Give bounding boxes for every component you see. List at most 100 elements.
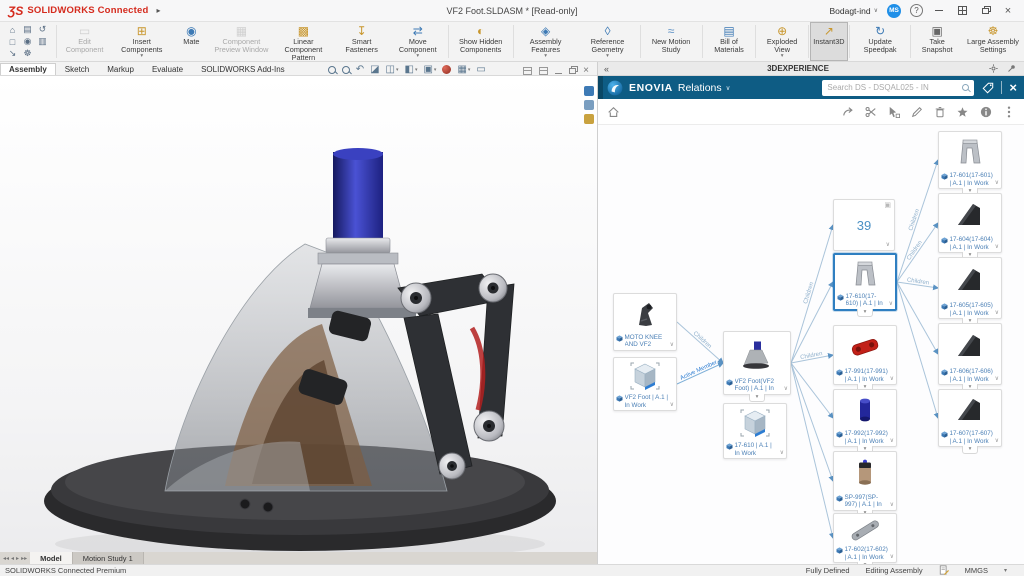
graph-node-n17-601[interactable]: 17-601(17-601) | A.1 | In Work∨▾ bbox=[938, 131, 1002, 189]
drag-grip[interactable] bbox=[598, 76, 603, 99]
section-view-icon[interactable]: ◪ bbox=[370, 64, 379, 75]
ribbon-button-bill-of-materials[interactable]: ▤Bill of Materials bbox=[704, 22, 755, 61]
doc-minimize-icon[interactable] bbox=[555, 73, 562, 74]
tab-solidworks-add-ins[interactable]: SOLIDWORKS Add-Ins bbox=[192, 63, 294, 75]
tab-nav-arrows[interactable]: ◂◂◂▸▸▸ bbox=[0, 552, 30, 564]
ribbon-button-new-motion-study[interactable]: ≈New Motion Study bbox=[642, 22, 701, 61]
ribbon-button-exploded-view[interactable]: ⊕Exploded View▾ bbox=[757, 22, 807, 61]
chevron-down-icon[interactable]: ∨ bbox=[995, 310, 999, 317]
3dexperience-compass-icon[interactable] bbox=[607, 80, 623, 96]
chevron-down-icon[interactable]: ∨ bbox=[890, 438, 894, 445]
doc-close-icon[interactable]: × bbox=[583, 67, 589, 75]
chevron-down-icon[interactable]: ∨ bbox=[890, 376, 894, 383]
ribbon-button-show-hidden-components[interactable]: ◐Show Hidden Components bbox=[450, 22, 512, 61]
ribbon-button-update-speedpak[interactable]: ↻Update Speedpak bbox=[851, 22, 909, 61]
more-icon[interactable] bbox=[1002, 105, 1015, 118]
options-gear-icon[interactable]: ☸ bbox=[20, 48, 35, 60]
pin-panel-icon[interactable] bbox=[1005, 62, 1018, 75]
screen-icon[interactable]: ▭ bbox=[476, 64, 485, 75]
pane-left-icon[interactable] bbox=[523, 67, 532, 75]
doc-tab-motion-study-1[interactable]: Motion Study 1 bbox=[73, 552, 144, 564]
user-avatar[interactable]: MS bbox=[887, 4, 901, 18]
graph-node-n17-602[interactable]: 17-602(17-602) | A.1 | In Work∨▾ bbox=[833, 513, 897, 563]
display-style-icon[interactable]: ◧▾ bbox=[405, 64, 418, 75]
ribbon-button-smart-fasteners[interactable]: ↧Smart Fasteners bbox=[334, 22, 389, 61]
export-arrow-icon[interactable] bbox=[841, 105, 854, 118]
doc-tab-model[interactable]: Model bbox=[30, 552, 73, 564]
zoom-area-icon[interactable] bbox=[342, 66, 350, 74]
ribbon-button-assembly-features[interactable]: ◈Assembly Features▾ bbox=[515, 22, 577, 61]
cut-icon[interactable] bbox=[864, 105, 877, 118]
expand-group-icon[interactable]: ▣ bbox=[884, 202, 891, 209]
task-pane-tab-icon[interactable] bbox=[584, 114, 594, 124]
tab-sketch[interactable]: Sketch bbox=[56, 63, 98, 75]
undo-icon[interactable]: ↺ bbox=[35, 24, 50, 36]
expand-children-tab[interactable]: ▾ bbox=[749, 394, 765, 402]
chevron-down-icon[interactable]: ∨ bbox=[784, 386, 788, 393]
doc-restore-icon[interactable] bbox=[569, 68, 576, 74]
chevron-down-icon[interactable]: ∨ bbox=[889, 301, 893, 308]
graph-node-n17-607[interactable]: 17-607(17-607) | A.1 | In Work∨▾ bbox=[938, 389, 1002, 447]
relations-graph-canvas[interactable]: ChildrenActive MemberChildrenChildrenChi… bbox=[598, 125, 1024, 564]
graph-node-sp-997[interactable]: SP-997(SP-997) | A.1 | In Work∨▾ bbox=[833, 451, 897, 511]
check-icon[interactable]: ◉ bbox=[20, 36, 35, 48]
task-pane-tab-icon[interactable] bbox=[584, 86, 594, 96]
graph-node-n17-991[interactable]: 17-991(17-991) | A.1 | In Work∨▾ bbox=[833, 325, 897, 385]
restore-button[interactable] bbox=[978, 4, 992, 18]
chevron-down-icon[interactable]: ∨ bbox=[670, 342, 674, 349]
graph-node-moto-knee[interactable]: MOTO KNEE AND VF2 FOOT…∨ bbox=[613, 293, 677, 351]
scene-icon[interactable]: ▦▾ bbox=[457, 64, 470, 75]
info-icon[interactable] bbox=[979, 105, 992, 118]
chevron-down-icon[interactable]: ∨ bbox=[890, 502, 894, 509]
maximize-grid-button[interactable] bbox=[955, 4, 969, 18]
chevron-down-icon[interactable]: ∨ bbox=[780, 450, 784, 457]
tag-icon[interactable] bbox=[981, 81, 994, 94]
edit-icon[interactable] bbox=[910, 105, 923, 118]
minimize-button[interactable] bbox=[932, 4, 946, 18]
search-input[interactable] bbox=[827, 83, 958, 92]
ribbon-button-take-snapshot[interactable]: ▣Take Snapshot bbox=[912, 22, 962, 61]
zoom-fit-icon[interactable] bbox=[328, 66, 336, 74]
ribbon-button-reference-geometry[interactable]: ◊Reference Geometry▾ bbox=[577, 22, 639, 61]
graph-node-n17-992[interactable]: 17-992(17-992) | A.1 | In Work∨▾ bbox=[833, 389, 897, 447]
ribbon-button-mate[interactable]: ◉Mate bbox=[172, 22, 210, 61]
task-pane-tab-icon[interactable] bbox=[584, 100, 594, 110]
close-panel-icon[interactable]: × bbox=[1009, 81, 1017, 94]
delete-icon[interactable] bbox=[933, 105, 946, 118]
appearance-icon[interactable] bbox=[442, 65, 451, 74]
expand-children-tab[interactable]: ▾ bbox=[857, 309, 873, 317]
ribbon-button-large-assembly-settings[interactable]: ☸Large Assembly Settings bbox=[962, 22, 1024, 61]
view-orientation-icon[interactable]: ▣▾ bbox=[423, 64, 436, 75]
chevron-down-icon[interactable]: ∨ bbox=[995, 180, 999, 187]
status-mmgs[interactable]: MMGS bbox=[965, 566, 988, 575]
graph-node-n17-604[interactable]: 17-604(17-604) | A.1 | In Work∨▾ bbox=[938, 193, 1002, 253]
tab-evaluate[interactable]: Evaluate bbox=[143, 63, 192, 75]
ribbon-button-move-component[interactable]: ⇄Move Component▾ bbox=[389, 22, 447, 61]
search-box[interactable] bbox=[822, 80, 974, 96]
hide-show-items-icon[interactable]: ◫▾ bbox=[386, 64, 399, 75]
close-button[interactable]: × bbox=[1001, 4, 1015, 18]
open-document-icon[interactable]: ▤ bbox=[20, 24, 35, 36]
relations-app-title[interactable]: Relations bbox=[678, 82, 722, 94]
account-menu[interactable]: Bodagt-ind ∨ bbox=[829, 6, 878, 16]
expand-children-tab[interactable]: ▾ bbox=[962, 446, 978, 454]
graph-node-vf2-foot-product[interactable]: VF2 Foot | A.1 | In Work∨ bbox=[613, 357, 677, 411]
graph-node-group-39[interactable]: 39▣∨ bbox=[833, 199, 895, 251]
graph-node-rep-17-610[interactable]: 17-610 | A.1 | In Work∨ bbox=[723, 403, 787, 459]
graph-node-vf2-foot-rep[interactable]: VF2 Foot(VF2 Foot) | A.1 | In Work∨▾ bbox=[723, 331, 791, 395]
panel-settings-gear-icon[interactable] bbox=[987, 62, 1000, 75]
chevron-down-icon[interactable]: ∨ bbox=[890, 554, 894, 561]
chevron-down-icon[interactable]: ∨ bbox=[886, 241, 890, 248]
graph-node-n17-605[interactable]: 17-605(17-605) | A.1 | In Work∨▾ bbox=[938, 257, 1002, 319]
logo-flyout-arrow-icon[interactable]: ▸ bbox=[157, 6, 161, 15]
graph-node-n17-610[interactable]: 17-610(17-610) | A.1 | In Work∨▾ bbox=[833, 253, 897, 311]
search-icon[interactable] bbox=[962, 84, 969, 91]
chevron-down-icon[interactable]: ∨ bbox=[995, 438, 999, 445]
tab-markup[interactable]: Markup bbox=[98, 63, 143, 75]
previous-view-icon[interactable]: ↶ bbox=[356, 64, 364, 75]
units-dropdown-icon[interactable]: ▾ bbox=[1004, 567, 1007, 574]
home-icon[interactable] bbox=[607, 105, 620, 118]
chevron-down-icon[interactable]: ∨ bbox=[726, 84, 731, 92]
tab-assembly[interactable]: Assembly bbox=[0, 63, 56, 75]
chevron-down-icon[interactable]: ∨ bbox=[670, 402, 674, 409]
